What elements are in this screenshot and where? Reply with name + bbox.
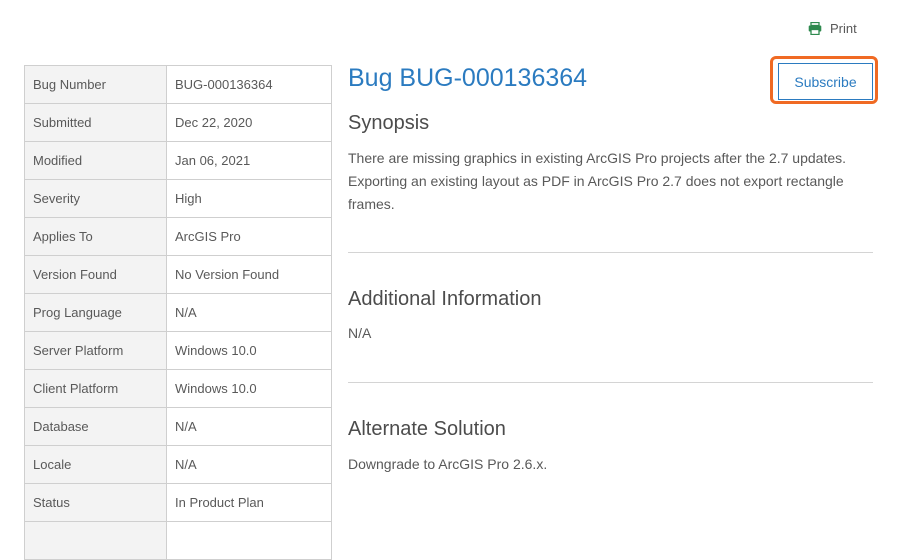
- detail-value: BUG-000136364: [166, 65, 332, 104]
- divider: [348, 252, 873, 253]
- detail-key: Bug Number: [24, 65, 167, 104]
- alternate-solution-text: Downgrade to ArcGIS Pro 2.6.x.: [348, 456, 548, 472]
- print-label: Print: [830, 21, 857, 36]
- detail-row: Locale N/A: [24, 445, 332, 484]
- detail-value: Dec 22, 2020: [166, 103, 332, 142]
- detail-value: [166, 521, 332, 560]
- detail-row: Client Platform Windows 10.0: [24, 369, 332, 408]
- detail-row: Server Platform Windows 10.0: [24, 331, 332, 370]
- synopsis-text: There are missing graphics in existing A…: [348, 150, 847, 212]
- detail-row: [24, 521, 332, 560]
- detail-key: Status: [24, 483, 167, 522]
- detail-key: Server Platform: [24, 331, 167, 370]
- detail-key: [24, 521, 167, 560]
- detail-row: Prog Language N/A: [24, 293, 332, 332]
- detail-key: Client Platform: [24, 369, 167, 408]
- detail-row: Bug Number BUG-000136364: [24, 65, 332, 104]
- synopsis-heading: Synopsis: [348, 112, 430, 134]
- detail-key: Severity: [24, 179, 167, 218]
- detail-value: ArcGIS Pro: [166, 217, 332, 256]
- detail-key: Locale: [24, 445, 167, 484]
- detail-row: Applies To ArcGIS Pro: [24, 217, 332, 256]
- detail-value: Jan 06, 2021: [166, 141, 332, 180]
- detail-key: Submitted: [24, 103, 167, 142]
- detail-value: Windows 10.0: [166, 331, 332, 370]
- additional-info-heading: Additional Information: [348, 288, 542, 310]
- detail-row: Version Found No Version Found: [24, 255, 332, 294]
- subscribe-button[interactable]: Subscribe: [778, 63, 873, 100]
- detail-key: Applies To: [24, 217, 167, 256]
- detail-value: Windows 10.0: [166, 369, 332, 408]
- detail-key: Prog Language: [24, 293, 167, 332]
- detail-row: Severity High: [24, 179, 332, 218]
- detail-row: Modified Jan 06, 2021: [24, 141, 332, 180]
- printer-icon: [808, 22, 822, 35]
- detail-value: High: [166, 179, 332, 218]
- bug-details-table: Bug Number BUG-000136364 Submitted Dec 22, …: [24, 65, 332, 560]
- detail-row: Database N/A: [24, 407, 332, 446]
- detail-value: No Version Found: [166, 255, 332, 294]
- detail-value: In Product Plan: [166, 483, 332, 522]
- alternate-solution-heading: Alternate Solution: [348, 418, 506, 440]
- divider: [348, 382, 873, 383]
- detail-row: Submitted Dec 22, 2020: [24, 103, 332, 142]
- detail-key: Version Found: [24, 255, 167, 294]
- detail-row: Status In Product Plan: [24, 483, 332, 522]
- detail-key: Modified: [24, 141, 167, 180]
- detail-value: N/A: [166, 407, 332, 446]
- detail-value: N/A: [166, 445, 332, 484]
- detail-key: Database: [24, 407, 167, 446]
- additional-info-text: N/A: [348, 325, 372, 341]
- print-link[interactable]: Print: [808, 21, 857, 36]
- page-title: Bug BUG-000136364: [348, 64, 588, 92]
- detail-value: N/A: [166, 293, 332, 332]
